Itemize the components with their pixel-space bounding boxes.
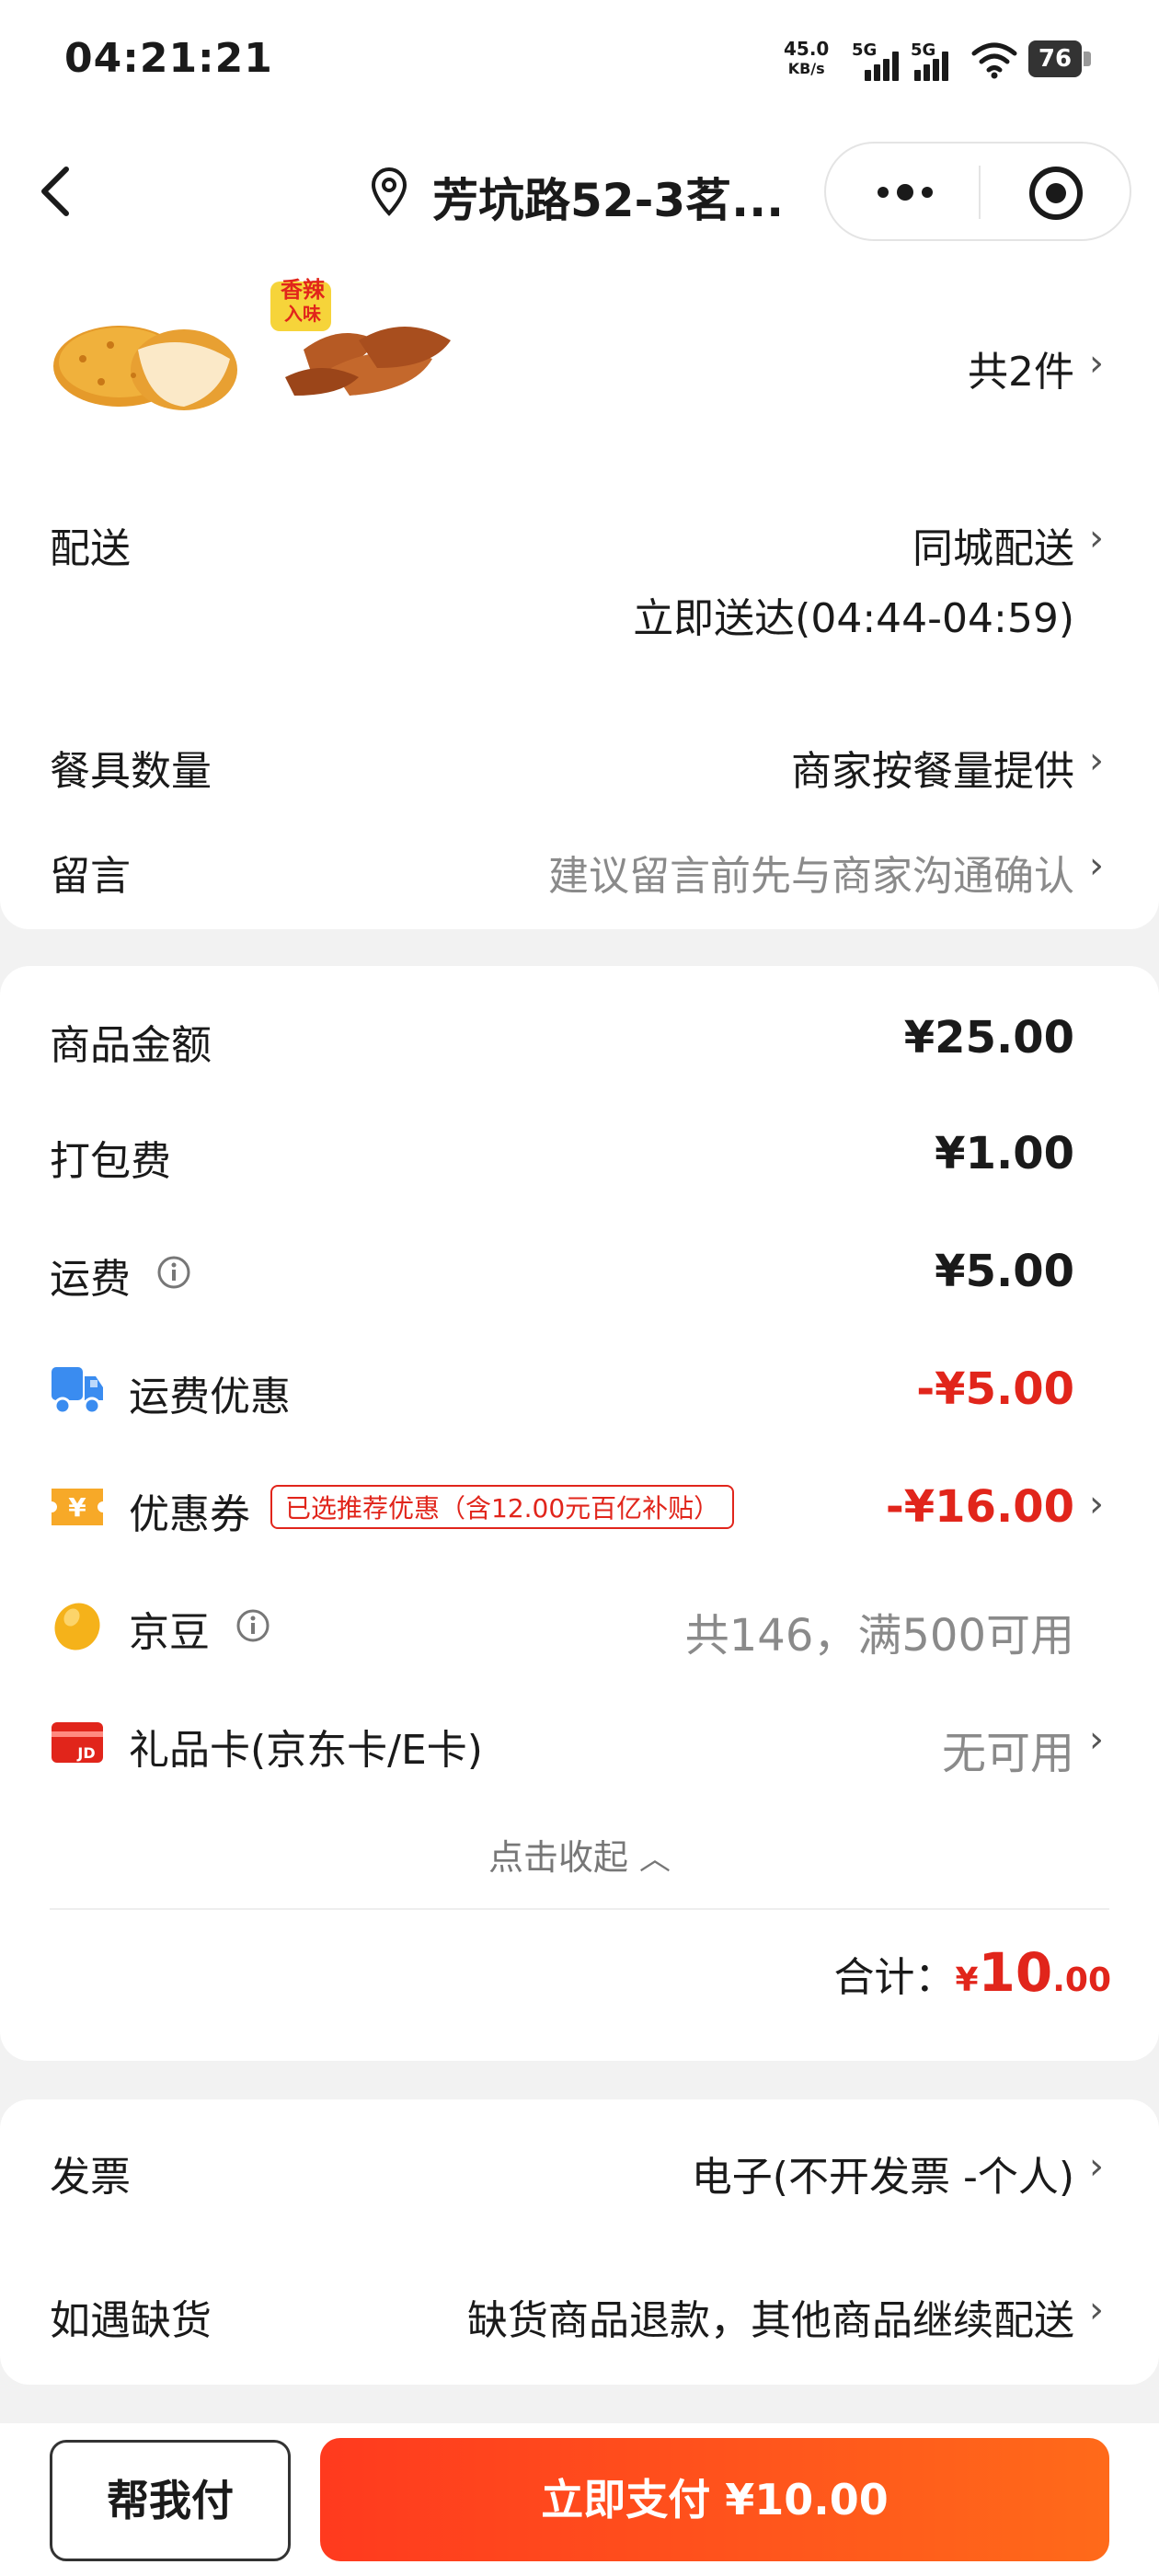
chevron-right-icon: › bbox=[1089, 1719, 1104, 1761]
chevron-right-icon: › bbox=[1089, 740, 1104, 782]
packing-fee-label: 打包费 bbox=[50, 1138, 171, 1185]
wifi-icon bbox=[971, 42, 1017, 79]
chevron-right-icon: › bbox=[1089, 342, 1104, 385]
delivery-time[interactable]: 立即送达(04:44-04:59) bbox=[633, 585, 1074, 644]
coupon-icon: ¥ bbox=[52, 1489, 103, 1525]
gift-card-icon: JD bbox=[52, 1722, 103, 1763]
delivery-truck-icon bbox=[52, 1367, 103, 1415]
signal-icon-2: 5G bbox=[911, 40, 957, 81]
total-decimal: .00 bbox=[1052, 1961, 1111, 1999]
total-label: 合计： bbox=[833, 1954, 956, 2001]
packing-fee-value: ¥1.00 bbox=[935, 1128, 1074, 1179]
gift-card-label: 礼品卡(京东卡/E卡) bbox=[129, 1727, 483, 1774]
svg-text:¥: ¥ bbox=[68, 1492, 86, 1523]
chevron-right-icon: › bbox=[1089, 517, 1104, 559]
target-icon[interactable] bbox=[1028, 166, 1084, 221]
shipping-fee-value: ¥5.00 bbox=[935, 1246, 1074, 1297]
invoice-value[interactable]: 电子(不开发票 -个人) bbox=[692, 2144, 1074, 2202]
goods-amount-label: 商品金额 bbox=[50, 1022, 212, 1069]
chevron-left-icon[interactable] bbox=[37, 164, 74, 219]
divider bbox=[50, 1908, 1109, 1910]
address-title[interactable]: 芳坑路52-3茗... bbox=[432, 164, 784, 230]
battery-icon: 76 bbox=[1028, 40, 1095, 77]
order-total: 合计：¥10.00 bbox=[833, 1941, 1111, 2004]
info-icon[interactable] bbox=[235, 1608, 270, 1643]
signal-icon: 5G bbox=[852, 40, 899, 81]
svg-text:JD: JD bbox=[76, 1744, 95, 1762]
invoice-label: 发票 bbox=[50, 2154, 131, 2201]
jd-bean-icon bbox=[54, 1603, 100, 1650]
coupon-value[interactable]: -¥16.00 bbox=[886, 1481, 1074, 1533]
delivery-method[interactable]: 同城配送 bbox=[912, 515, 1074, 574]
total-currency: ¥ bbox=[955, 1961, 979, 1999]
remark-input[interactable]: 建议留言前先与商家沟通确认 bbox=[548, 843, 1074, 902]
chevron-right-icon: › bbox=[1089, 845, 1104, 887]
chevron-up-icon: ︿ bbox=[639, 1841, 671, 1878]
tableware-label: 餐具数量 bbox=[50, 748, 212, 795]
stockout-value[interactable]: 缺货商品退款，其他商品继续配送 bbox=[467, 2287, 1074, 2346]
remark-label: 留言 bbox=[50, 853, 131, 900]
coupon-tag[interactable]: 已选推荐优惠（含12.00元百亿补贴） bbox=[270, 1485, 735, 1529]
tableware-value[interactable]: 商家按餐量提供 bbox=[791, 738, 1074, 797]
coupon-label: 优惠券 bbox=[129, 1491, 250, 1538]
jd-bean-value: 共146，满500可用 bbox=[684, 1610, 1074, 1662]
product-badge: 香辣 入味 bbox=[281, 277, 325, 325]
shipping-discount-value: -¥5.00 bbox=[916, 1363, 1074, 1415]
map-pin-icon bbox=[371, 167, 407, 216]
chevron-right-icon: › bbox=[1089, 2145, 1104, 2188]
pay-now-button[interactable]: 立即支付 ¥10.00 bbox=[320, 2438, 1109, 2561]
status-time: 04:21:21 bbox=[64, 35, 273, 82]
collapse-label: 点击收起 bbox=[488, 1837, 628, 1878]
total-integer: 10 bbox=[978, 1941, 1053, 2004]
gift-card-value[interactable]: 无可用 bbox=[942, 1717, 1074, 1781]
collapse-toggle[interactable]: 点击收起 ︿ bbox=[0, 1829, 1159, 1880]
stockout-label: 如遇缺货 bbox=[50, 2297, 212, 2344]
chevron-right-icon: › bbox=[1089, 1483, 1104, 1525]
info-icon[interactable] bbox=[156, 1255, 191, 1290]
product-count[interactable]: 共2件 bbox=[968, 339, 1074, 397]
shipping-discount-label: 运费优惠 bbox=[129, 1374, 291, 1420]
product-image-chicken-cutlet[interactable] bbox=[46, 294, 250, 423]
chevron-right-icon: › bbox=[1089, 2289, 1104, 2331]
jd-bean-label: 京豆 bbox=[129, 1609, 210, 1656]
shipping-fee-label: 运费 bbox=[50, 1256, 131, 1303]
delivery-label: 配送 bbox=[50, 525, 131, 572]
mini-program-capsule bbox=[824, 142, 1131, 241]
help-pay-button[interactable]: 帮我付 bbox=[50, 2440, 291, 2561]
more-dots-icon[interactable] bbox=[868, 180, 942, 204]
goods-amount-value: ¥25.00 bbox=[903, 1012, 1074, 1064]
network-speed: 45.0 KB/s bbox=[784, 38, 830, 77]
